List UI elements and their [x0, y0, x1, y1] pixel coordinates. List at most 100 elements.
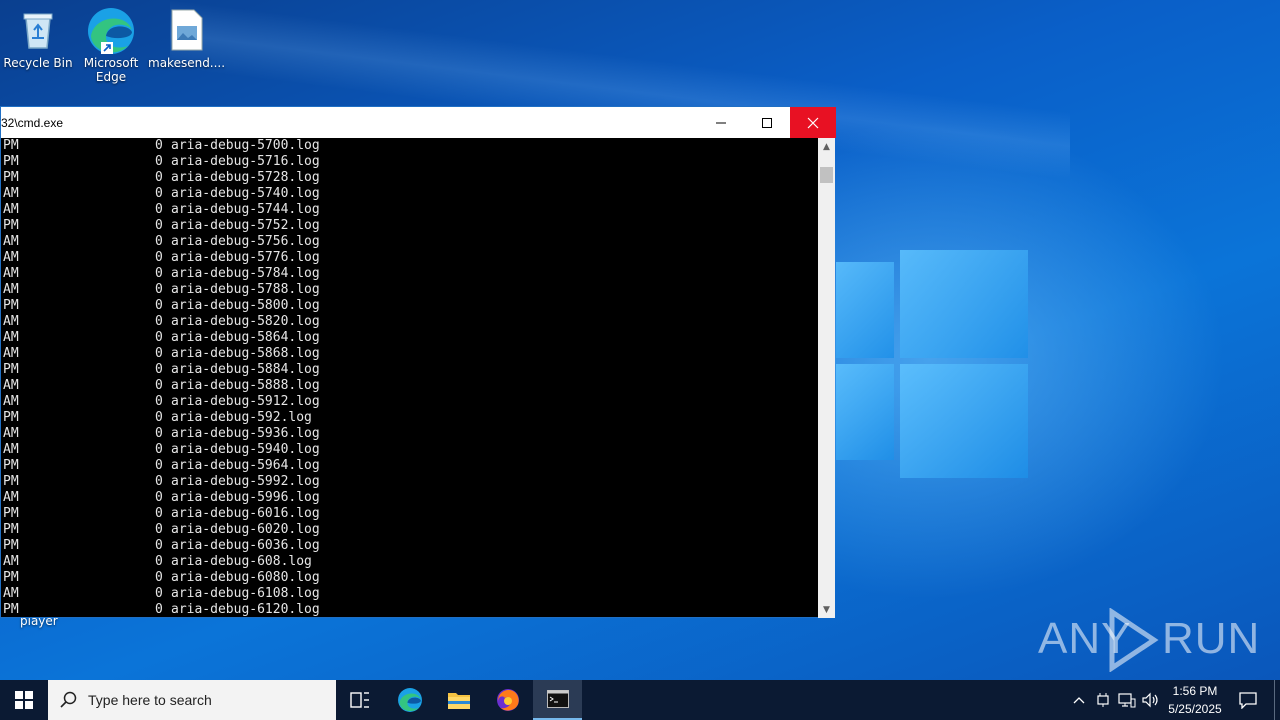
search-icon	[60, 691, 77, 708]
taskbar-search-box[interactable]: Type here to search	[48, 680, 336, 720]
line-size: 0	[155, 378, 163, 393]
speaker-icon	[1142, 692, 1158, 708]
minimize-button[interactable]	[698, 107, 744, 138]
edge-icon	[398, 688, 422, 712]
console-line: PM 0 aria-debug-5884.log	[1, 362, 818, 378]
console-line: AM 0 aria-debug-608.log	[1, 554, 818, 570]
line-ampm: PM	[3, 506, 19, 521]
desktop-icon-label: Recycle Bin	[3, 56, 73, 70]
scrollbar-thumb[interactable]	[820, 167, 833, 183]
line-filename: aria-debug-5784.log	[171, 266, 320, 281]
line-size: 0	[155, 330, 163, 345]
cmd-titlebar[interactable]: 32\cmd.exe	[1, 107, 836, 138]
cmd-window[interactable]: 32\cmd.exe PM 0 aria-debug-5700.log PM 0 aria…	[0, 106, 836, 618]
line-filename: aria-debug-5788.log	[171, 282, 320, 297]
close-button[interactable]	[790, 107, 836, 138]
action-center-button[interactable]	[1232, 680, 1264, 720]
line-filename: aria-debug-608.log	[171, 554, 312, 569]
line-size: 0	[155, 570, 163, 585]
taskbar-file-explorer-button[interactable]	[435, 680, 483, 720]
console-line: AM 0 aria-debug-5740.log	[1, 186, 818, 202]
tray-volume-button[interactable]	[1140, 680, 1162, 720]
line-ampm: AM	[3, 554, 19, 569]
line-ampm: PM	[3, 602, 19, 617]
line-size: 0	[155, 538, 163, 553]
maximize-button[interactable]	[744, 107, 790, 138]
desktop-icon-microsoft-edge[interactable]: Microsoft Edge	[73, 6, 149, 84]
line-ampm: AM	[3, 234, 19, 249]
line-filename: aria-debug-5884.log	[171, 362, 320, 377]
console-line: PM 0 aria-debug-5752.log	[1, 218, 818, 234]
line-ampm: PM	[3, 298, 19, 313]
line-filename: aria-debug-5740.log	[171, 186, 320, 201]
taskbar-cmd-button[interactable]	[533, 680, 582, 720]
line-size: 0	[155, 218, 163, 233]
start-button[interactable]	[0, 680, 48, 720]
taskbar-edge-button[interactable]	[386, 680, 434, 720]
chevron-up-icon	[1073, 697, 1085, 704]
console-line: AM 0 aria-debug-5776.log	[1, 250, 818, 266]
line-ampm: PM	[3, 154, 19, 169]
windows-start-icon	[15, 691, 33, 709]
line-ampm: AM	[3, 442, 19, 457]
window-title: 32\cmd.exe	[1, 115, 64, 130]
console-line: AM 0 aria-debug-5996.log	[1, 490, 818, 506]
scroll-down-arrow-icon[interactable]: ▼	[818, 601, 835, 618]
clock-date: 5/25/2025	[1168, 702, 1222, 716]
network-adapter-icon	[1097, 693, 1109, 707]
line-filename: aria-debug-5756.log	[171, 234, 320, 249]
console-line: AM 0 aria-debug-5788.log	[1, 282, 818, 298]
line-ampm: AM	[3, 378, 19, 393]
line-filename: aria-debug-6036.log	[171, 538, 320, 553]
line-size: 0	[155, 442, 163, 457]
line-size: 0	[155, 474, 163, 489]
line-size: 0	[155, 186, 163, 201]
line-filename: aria-debug-5964.log	[171, 458, 320, 473]
watermark-right-text: RUN	[1162, 614, 1261, 663]
scroll-up-arrow-icon[interactable]: ▲	[818, 138, 835, 155]
console-line: AM 0 aria-debug-5784.log	[1, 266, 818, 282]
line-ampm: AM	[3, 202, 19, 217]
line-filename: aria-debug-5700.log	[171, 138, 320, 153]
console-line: PM 0 aria-debug-5700.log	[1, 138, 818, 154]
line-ampm: PM	[3, 522, 19, 537]
taskbar-clock[interactable]: 1:56 PM 5/25/2025	[1160, 682, 1230, 718]
line-size: 0	[155, 298, 163, 313]
line-size: 0	[155, 426, 163, 441]
task-view-button[interactable]	[336, 680, 384, 720]
line-size: 0	[155, 154, 163, 169]
line-ampm: AM	[3, 394, 19, 409]
line-size: 0	[155, 522, 163, 537]
line-ampm: PM	[3, 362, 19, 377]
console-output[interactable]: PM 0 aria-debug-5700.log PM 0 aria-debug-5716…	[1, 138, 818, 618]
show-hidden-icons-button[interactable]	[1068, 680, 1090, 720]
vertical-scrollbar[interactable]: ▲ ▼	[818, 138, 835, 618]
line-filename: aria-debug-5716.log	[171, 154, 320, 169]
line-filename: aria-debug-6108.log	[171, 586, 320, 601]
taskbar-firefox-button[interactable]	[484, 680, 532, 720]
notification-icon	[1239, 692, 1257, 709]
network-icon	[1118, 693, 1136, 708]
line-filename: aria-debug-5888.log	[171, 378, 320, 393]
show-desktop-divider[interactable]	[1274, 680, 1275, 720]
line-filename: aria-debug-5936.log	[171, 426, 320, 441]
line-ampm: AM	[3, 266, 19, 281]
line-size: 0	[155, 346, 163, 361]
line-size: 0	[155, 202, 163, 217]
line-ampm: AM	[3, 426, 19, 441]
line-ampm: PM	[3, 474, 19, 489]
desktop-icon-makesend[interactable]: makesend....	[148, 8, 225, 70]
tray-network-button[interactable]	[1116, 680, 1138, 720]
line-filename: aria-debug-5728.log	[171, 170, 320, 185]
console-line: PM 0 aria-debug-5964.log	[1, 458, 818, 474]
line-filename: aria-debug-6080.log	[171, 570, 320, 585]
line-ampm: PM	[3, 538, 19, 553]
desktop-icon-recycle-bin[interactable]: Recycle Bin	[0, 8, 76, 70]
line-filename: aria-debug-6020.log	[171, 522, 320, 537]
line-filename: aria-debug-5744.log	[171, 202, 320, 217]
line-size: 0	[155, 234, 163, 249]
tray-network-adapter-button[interactable]	[1092, 680, 1114, 720]
line-size: 0	[155, 410, 163, 425]
line-ampm: PM	[3, 458, 19, 473]
line-size: 0	[155, 362, 163, 377]
